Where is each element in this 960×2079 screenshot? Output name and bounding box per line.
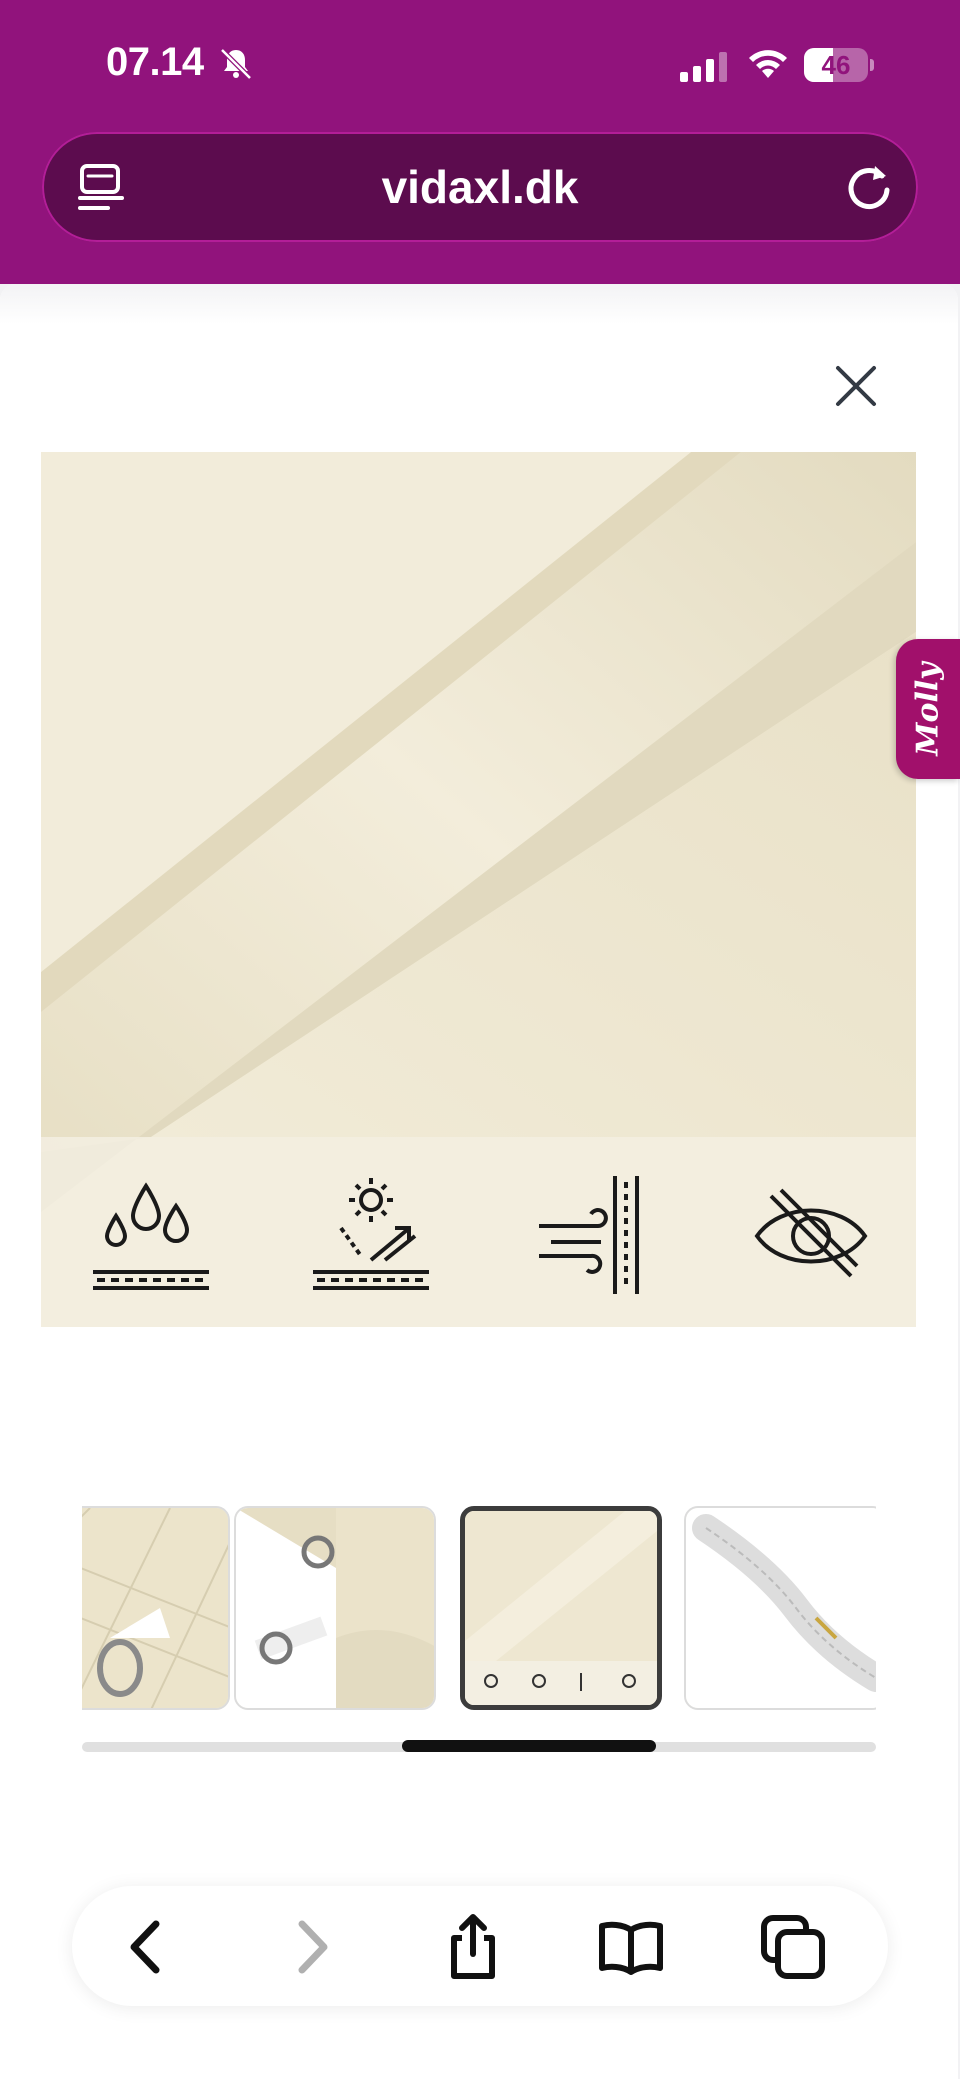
bell-slash-icon — [220, 48, 252, 80]
forward-icon[interactable] — [276, 1912, 346, 1982]
wifi-icon — [749, 50, 787, 78]
thumb-fabric-features[interactable] — [460, 1506, 662, 1710]
modal-top-fade — [0, 284, 958, 324]
battery-level: 46 — [821, 50, 851, 80]
thumb-corner-ring[interactable] — [82, 1506, 230, 1710]
back-icon[interactable] — [112, 1912, 182, 1982]
thumb-rope[interactable] — [684, 1506, 876, 1710]
battery-icon: 46 — [804, 48, 874, 82]
privacy-icon — [754, 1188, 868, 1278]
thumb-rings-detail[interactable] — [234, 1506, 436, 1710]
browser-header: 07.14 46 vidaxl.dk — [0, 0, 960, 284]
reload-icon[interactable] — [842, 160, 896, 214]
uv-protection-icon — [313, 1178, 429, 1290]
cellular-signal-icon — [680, 52, 727, 82]
close-icon[interactable] — [826, 356, 886, 416]
address-bar[interactable]: vidaxl.dk — [42, 132, 918, 242]
windproof-icon — [539, 1176, 639, 1294]
thumbnail-scrollbar-thumb[interactable] — [402, 1740, 656, 1752]
main-product-image[interactable] — [41, 452, 916, 1327]
url-text[interactable]: vidaxl.dk — [42, 132, 918, 242]
share-icon[interactable] — [438, 1912, 508, 1982]
molly-chat-button[interactable]: Molly — [896, 639, 960, 779]
thumbnail-strip[interactable] — [82, 1506, 876, 1710]
waterproof-icon — [93, 1182, 209, 1290]
status-time: 07.14 — [106, 40, 204, 84]
bookmarks-icon[interactable] — [596, 1912, 666, 1982]
tabs-icon[interactable] — [758, 1912, 828, 1982]
browser-toolbar — [72, 1886, 888, 2006]
molly-label: Molly — [910, 662, 946, 756]
